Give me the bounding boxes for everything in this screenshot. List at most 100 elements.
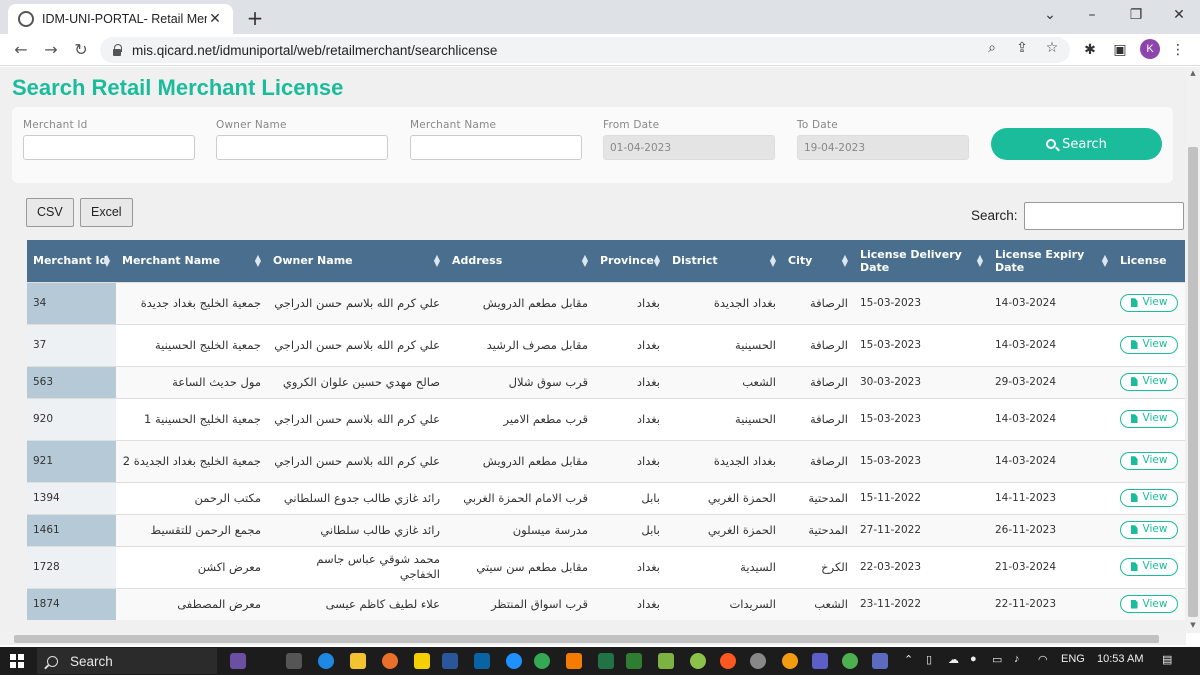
settings-gear-icon[interactable] xyxy=(750,653,766,669)
task-view-icon[interactable] xyxy=(286,653,302,669)
address-bar[interactable]: mis.qicard.net/idmuniportal/web/retailme… xyxy=(100,37,1070,63)
cell-address: قرب سوق شلال xyxy=(446,365,594,398)
clock[interactable]: 10:53 AM xyxy=(1097,653,1143,665)
to-date-input[interactable]: 19-04-2023 xyxy=(797,135,969,160)
profile-avatar[interactable]: K xyxy=(1140,39,1160,59)
messaging-icon[interactable] xyxy=(690,653,706,669)
col-district[interactable]: District ▲ ▼ xyxy=(666,240,782,282)
col-province[interactable]: Province ▲ ▼ xyxy=(594,240,666,282)
col-license-expiry-date[interactable]: License Expiry Date ▲ ▼ xyxy=(989,240,1114,282)
csv-button[interactable]: CSV xyxy=(26,198,74,227)
restore-icon[interactable]: ❐ xyxy=(1121,4,1151,26)
minimize-icon[interactable]: – xyxy=(1077,4,1107,26)
document-icon xyxy=(1130,456,1138,466)
excel-icon[interactable] xyxy=(598,653,614,669)
back-icon[interactable]: ← xyxy=(10,39,32,61)
paint-icon[interactable] xyxy=(720,653,736,669)
sticky-notes-icon[interactable] xyxy=(414,653,430,669)
view-license-button[interactable]: View xyxy=(1120,372,1178,391)
firefox-icon[interactable] xyxy=(382,653,398,669)
network-app-icon[interactable] xyxy=(842,653,858,669)
browser-tabbar: IDM-UNI-PORTAL- Retail Mercha ✕ + ⌄ – ❐ … xyxy=(0,0,1200,34)
battery-icon[interactable]: ▭ xyxy=(992,653,1002,666)
skype-icon[interactable] xyxy=(506,653,522,669)
extensions-icon[interactable]: ✱ xyxy=(1080,42,1100,58)
tray-app-icon[interactable]: ● xyxy=(970,653,977,665)
scroll-down-icon[interactable]: ▼ xyxy=(1186,621,1200,629)
owner-name-input[interactable] xyxy=(216,135,388,160)
from-date-input[interactable]: 01-04-2023 xyxy=(603,135,775,160)
view-label: View xyxy=(1142,523,1168,536)
excel-button[interactable]: Excel xyxy=(80,198,133,227)
browser-tab[interactable]: IDM-UNI-PORTAL- Retail Mercha ✕ xyxy=(8,4,233,34)
col-city[interactable]: City ▲ ▼ xyxy=(782,240,854,282)
taskbar-search[interactable]: Search xyxy=(37,648,217,674)
view-label: View xyxy=(1142,338,1168,351)
view-license-button[interactable]: View xyxy=(1120,595,1178,613)
app-icon[interactable] xyxy=(566,653,582,669)
cell-district: الحسينية xyxy=(666,397,782,440)
view-license-button[interactable]: View xyxy=(1120,488,1178,507)
search-button[interactable]: Search xyxy=(991,128,1162,160)
chrome-icon[interactable] xyxy=(534,653,550,669)
app-icon-3[interactable] xyxy=(872,653,888,669)
url-text: mis.qicard.net/idmuniportal/web/retailme… xyxy=(132,42,498,58)
merchant-id-input[interactable] xyxy=(23,135,195,160)
cell-address: قرب الامام الحمزة الغربي xyxy=(446,481,594,514)
vertical-scroll-thumb[interactable] xyxy=(1188,147,1198,617)
language-indicator[interactable]: ENG xyxy=(1061,653,1085,665)
bookmark-star-icon[interactable]: ☆ xyxy=(1042,40,1062,56)
table-row: 1728 معرض اكشن محمد شوقي عباس جاسم الخفاجي… xyxy=(27,545,1185,588)
cell-license: View xyxy=(1114,513,1185,546)
view-license-button[interactable]: View xyxy=(1120,520,1178,539)
col-address[interactable]: Address ▲ ▼ xyxy=(446,240,594,282)
scroll-up-icon[interactable]: ▲ xyxy=(1186,69,1200,77)
app-icon-2[interactable] xyxy=(782,653,798,669)
col-merchant-name[interactable]: Merchant Name ▲ ▼ xyxy=(116,240,267,282)
col-merchant-id[interactable]: Merchant Id ▲ ▼ xyxy=(27,240,116,282)
menu-icon[interactable]: ⋮ xyxy=(1168,42,1188,58)
widget-icon[interactable] xyxy=(230,653,246,669)
view-license-button[interactable]: View xyxy=(1120,335,1178,354)
close-window-icon[interactable]: ✕ xyxy=(1164,4,1194,26)
share-icon[interactable]: ⇪ xyxy=(1012,40,1032,56)
merchant-name-label: Merchant Name xyxy=(410,119,497,131)
windows-start-icon[interactable] xyxy=(10,654,24,668)
teams-icon[interactable] xyxy=(812,653,828,669)
outlook-icon[interactable] xyxy=(474,653,490,669)
table-search-input[interactable] xyxy=(1024,202,1184,230)
tray-device-icon[interactable]: ▯ xyxy=(926,653,932,666)
close-tab-icon[interactable]: ✕ xyxy=(207,11,223,27)
view-license-button[interactable]: View xyxy=(1120,557,1178,576)
tray-chevron-icon[interactable]: ⌃ xyxy=(904,653,913,666)
notifications-icon[interactable]: ▤ xyxy=(1162,653,1172,666)
horizontal-scroll-thumb[interactable] xyxy=(14,635,1159,643)
onedrive-icon[interactable]: ☁ xyxy=(948,653,959,666)
horizontal-scrollbar[interactable] xyxy=(0,633,1186,645)
word-icon[interactable] xyxy=(442,653,458,669)
cell-address: مقابل مصرف الرشيد xyxy=(446,323,594,366)
vertical-scrollbar[interactable]: ▲ ▼ xyxy=(1186,67,1200,633)
merchant-name-input[interactable] xyxy=(410,135,582,160)
tab-search-chevron-icon[interactable]: ⌄ xyxy=(1035,4,1065,26)
zoom-icon[interactable]: ⌕ xyxy=(982,40,1002,56)
forward-icon[interactable]: → xyxy=(40,39,62,61)
edge-icon[interactable] xyxy=(318,653,334,669)
wifi-icon[interactable]: ◠ xyxy=(1038,653,1048,666)
file-explorer-icon[interactable] xyxy=(350,653,366,669)
project-icon[interactable] xyxy=(626,653,642,669)
cell-city: الرصافة xyxy=(782,365,854,398)
merchant-id-field: Merchant Id xyxy=(23,119,195,160)
view-license-button[interactable]: View xyxy=(1120,293,1178,312)
view-license-button[interactable]: View xyxy=(1120,409,1178,428)
cell-district: السيدية xyxy=(666,545,782,588)
col-license-delivery-date[interactable]: License Delivery Date ▲ ▼ xyxy=(854,240,989,282)
side-panel-icon[interactable]: ▣ xyxy=(1110,42,1130,58)
volume-icon[interactable]: ♪ xyxy=(1014,653,1020,665)
new-tab-icon[interactable]: + xyxy=(244,6,266,30)
reload-icon[interactable]: ↻ xyxy=(70,39,92,61)
col-owner-name[interactable]: Owner Name ▲ ▼ xyxy=(267,240,446,282)
notepad-icon[interactable] xyxy=(658,653,674,669)
view-license-button[interactable]: View xyxy=(1120,451,1178,470)
cell-delivery-date: 15-03-2023 xyxy=(854,397,989,440)
